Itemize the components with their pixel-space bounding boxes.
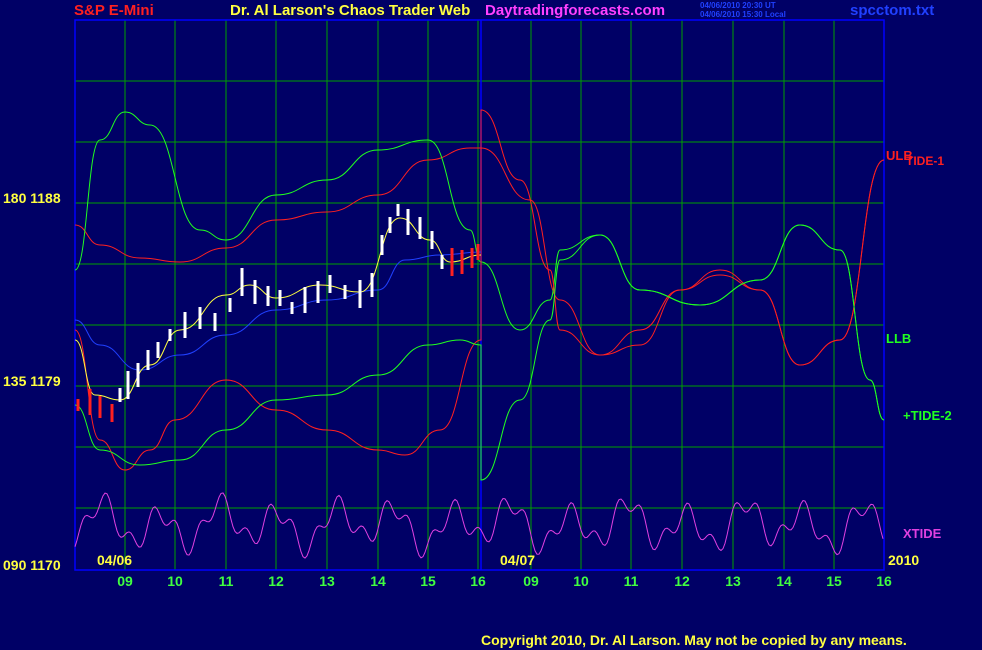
xtide-line [74,492,884,559]
slow-average [74,251,482,371]
x-tick-label: 13 [725,573,741,589]
x-tick-label: 14 [776,573,792,589]
chart-frame [74,19,885,571]
site-link[interactable]: Daytradingforecasts.com [485,2,665,19]
price-bars [76,204,480,422]
fast-average [74,217,482,401]
year-label: 2010 [888,552,919,568]
tide2-line [74,111,885,421]
date-label: 04/06 [97,552,132,568]
x-tick-label: 16 [876,573,892,589]
x-tick-label: 15 [420,573,436,589]
y-tick-label: 180 1188 [3,190,61,206]
x-tick-label: 12 [674,573,690,589]
x-tick-label: 11 [624,573,639,589]
llb-label: LLB [886,331,911,346]
x-tick-label: 11 [219,573,234,589]
chart-grid [74,19,885,571]
xtide-label: XTIDE [903,526,942,541]
chart-series [74,109,885,559]
x-tick-label: 15 [826,573,842,589]
chart-labels: 180 1188 135 1179 090 1170 09 10 11 12 13 14 15 16… [3,148,952,589]
x-tick-label: 09 [523,573,539,589]
date-label: 04/07 [500,552,535,568]
x-tick-label: 10 [167,573,183,589]
x-tick-label: 09 [117,573,133,589]
tide1-label: TIDE-1 [906,154,944,168]
chaos-chart: 180 1188 135 1179 090 1170 09 10 11 12 13 14 15 16… [3,19,952,589]
y-tick-label: 135 1179 [3,373,61,389]
x-tick-label: 14 [370,573,386,589]
tide1-line [74,109,885,471]
y-tick-label: 090 1170 [3,557,61,573]
x-tick-label: 12 [268,573,284,589]
x-tick-label: 10 [573,573,589,589]
llb-line [74,224,885,481]
x-tick-label: 16 [470,573,486,589]
tide2-label: +TIDE-2 [903,408,952,423]
x-tick-label: 13 [319,573,335,589]
